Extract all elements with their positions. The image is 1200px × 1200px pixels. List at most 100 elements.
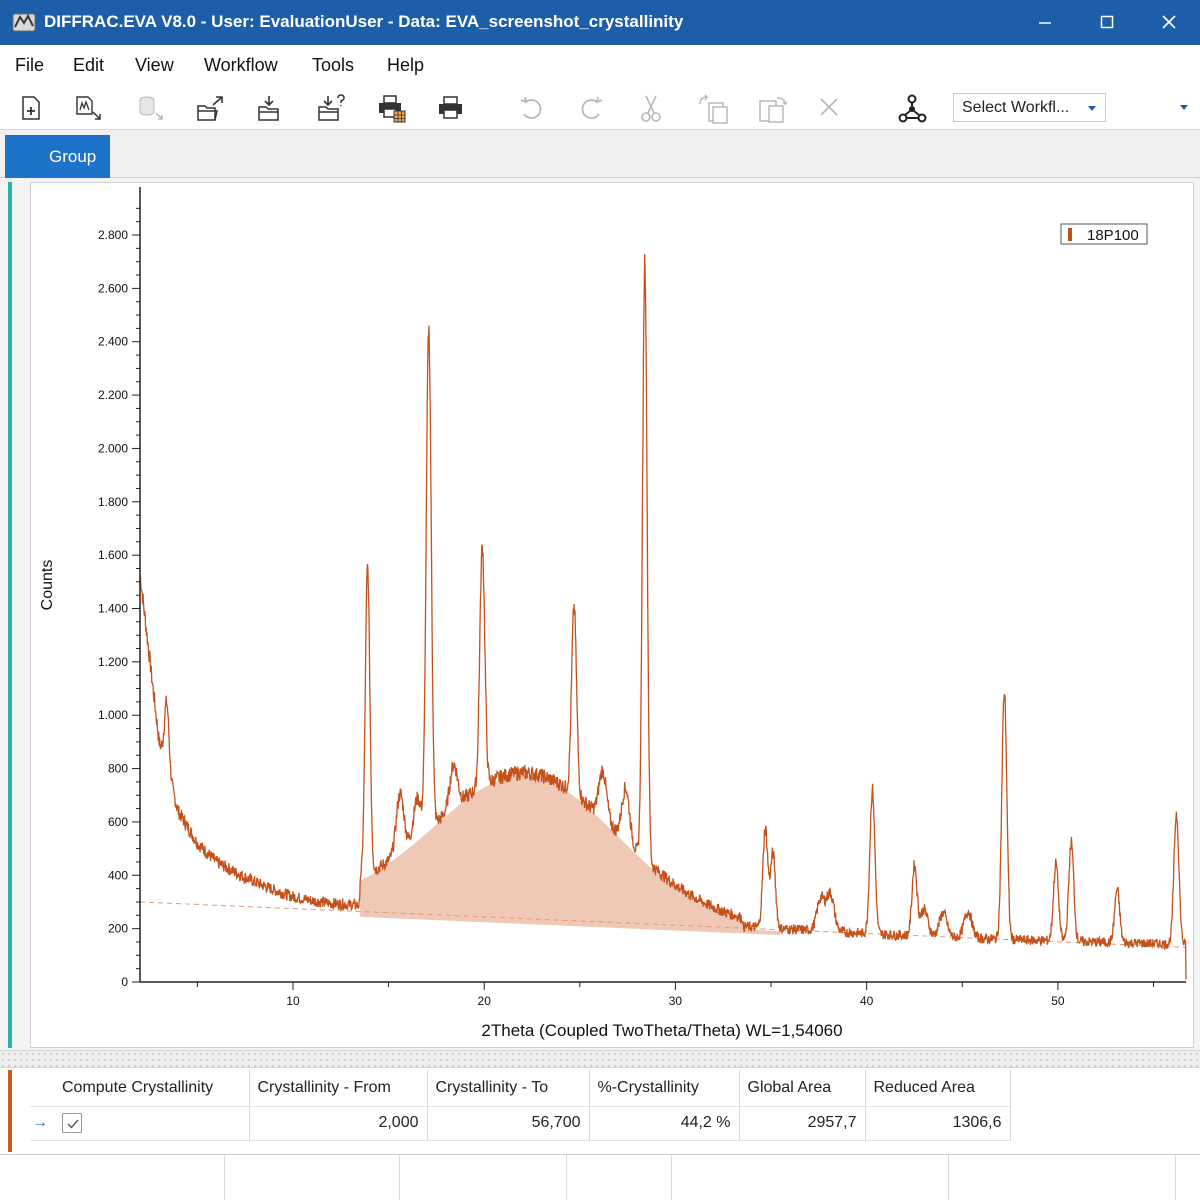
menu-file[interactable]: File — [15, 55, 44, 76]
y-tick-label: 0 — [121, 975, 128, 989]
scan-indicator-bar — [8, 182, 12, 1048]
window-title: DIFFRAC.EVA V8.0 - User: EvaluationUser … — [44, 12, 684, 31]
menu-view[interactable]: View — [135, 55, 174, 76]
header-percent-crystallinity[interactable]: %-Crystallinity — [589, 1070, 740, 1107]
crystallinity-panel: Compute Crystallinity Crystallinity - Fr… — [0, 1068, 1200, 1154]
cut-icon — [641, 95, 661, 122]
cut-button[interactable] — [632, 90, 670, 126]
diffractogram-panel[interactable]: 0 200 400 600 800 1.000 1.200 1.400 1.600 1.800 2.… — [30, 182, 1194, 1048]
menu-edit[interactable]: Edit — [73, 55, 104, 76]
legend-label: 18P100 — [1087, 227, 1139, 244]
delete-button[interactable] — [811, 90, 849, 126]
y-tick-label: 1.800 — [98, 495, 128, 509]
maximize-button[interactable] — [1076, 0, 1138, 45]
close-icon — [1162, 15, 1176, 29]
import-icon — [258, 96, 279, 121]
tab-group[interactable]: Group — [5, 135, 110, 178]
header-crystallinity-from[interactable]: Crystallinity - From — [249, 1070, 428, 1107]
tab-strip: Group — [0, 130, 1200, 178]
undo-icon — [520, 96, 542, 119]
new-document-icon — [22, 96, 40, 120]
table-header-row: Compute Crystallinity Crystallinity - Fr… — [30, 1070, 1011, 1107]
compute-crystallinity-checkbox[interactable] — [62, 1113, 82, 1133]
redo-button[interactable] — [573, 90, 611, 126]
tab-group-label: Group — [49, 147, 97, 166]
y-tick-label: 1.000 — [98, 708, 128, 722]
y-tick-label: 1.400 — [98, 602, 128, 616]
y-tick-label: 200 — [108, 922, 128, 936]
print-preview-button[interactable] — [371, 90, 409, 126]
undo-button[interactable] — [512, 90, 550, 126]
workspace: 0 200 400 600 800 1.000 1.200 1.400 1.600 1.800 2.… — [0, 178, 1200, 1050]
minimize-icon — [1039, 22, 1051, 24]
import-scan-icon — [76, 96, 101, 120]
pane-divider — [399, 1155, 400, 1200]
export-button[interactable] — [190, 90, 228, 126]
table-row[interactable]: → 2,000 56,700 44,2 % 2957,7 1306,6 — [30, 1106, 1011, 1141]
menu-help[interactable]: Help — [387, 55, 424, 76]
workflow-select[interactable]: Select Workfl... — [953, 93, 1106, 122]
minimize-button[interactable] — [1014, 0, 1076, 45]
x-tick-label: 50 — [1051, 994, 1065, 1008]
pane-divider — [948, 1155, 949, 1200]
database-button[interactable] — [130, 90, 168, 126]
paste-button[interactable] — [752, 90, 790, 126]
header-compute-crystallinity[interactable]: Compute Crystallinity — [54, 1070, 250, 1107]
menu-tools[interactable]: Tools — [312, 55, 354, 76]
check-icon — [67, 1119, 79, 1129]
close-button[interactable] — [1138, 0, 1200, 45]
crystallinity-to-cell[interactable]: 56,700 — [427, 1106, 590, 1141]
delete-icon — [820, 98, 838, 116]
scan-line-18P100[interactable] — [139, 254, 1187, 980]
copy-button[interactable] — [692, 90, 730, 126]
print-icon — [439, 96, 462, 119]
percent-crystallinity-cell[interactable]: 44,2 % — [589, 1106, 740, 1141]
y-axis-label: Counts — [39, 560, 56, 611]
export-icon — [197, 96, 223, 121]
crystallinity-from-cell[interactable]: 2,000 — [249, 1106, 428, 1141]
import-scan-button[interactable] — [68, 90, 106, 126]
x-axis-label: 2Theta (Coupled TwoTheta/Theta) WL=1,540… — [481, 1021, 842, 1040]
new-document-button[interactable] — [12, 90, 50, 126]
row-header-corner — [30, 1070, 54, 1107]
legend[interactable]: 18P100 — [1060, 223, 1148, 245]
y-tick-label: 2.000 — [98, 441, 128, 455]
import-help-icon — [318, 94, 345, 121]
y-tick-label: 800 — [108, 762, 128, 776]
header-crystallinity-to[interactable]: Crystallinity - To — [427, 1070, 590, 1107]
workflow-button[interactable] — [892, 90, 930, 126]
x-tick-label: 10 — [286, 994, 300, 1008]
y-tick-label: 2.800 — [98, 228, 128, 242]
print-preview-icon — [379, 95, 406, 123]
paste-icon — [759, 97, 788, 123]
current-row-arrow-icon: → — [30, 1106, 54, 1141]
pane-divider — [1175, 1155, 1176, 1200]
x-tick-label: 30 — [669, 994, 683, 1008]
import-button[interactable] — [251, 90, 289, 126]
x-tick-label: 40 — [860, 994, 874, 1008]
y-tick-label: 1.600 — [98, 548, 128, 562]
y-tick-label: 400 — [108, 868, 128, 882]
import-help-button[interactable] — [311, 90, 349, 126]
y-tick-label: 2.600 — [98, 281, 128, 295]
copy-icon — [699, 94, 728, 124]
pane-divider — [224, 1155, 225, 1200]
diffractogram-chart[interactable]: 0 200 400 600 800 1.000 1.200 1.400 1.600 1.800 2.… — [31, 183, 1195, 1049]
y-tick-label: 1.200 — [98, 655, 128, 669]
y-tick-label: 2.200 — [98, 388, 128, 402]
header-global-area[interactable]: Global Area — [739, 1070, 866, 1107]
redo-icon — [581, 96, 603, 119]
header-reduced-area[interactable]: Reduced Area — [865, 1070, 1011, 1107]
global-area-cell[interactable]: 2957,7 — [739, 1106, 866, 1141]
panel-splitter[interactable] — [0, 1050, 1200, 1068]
toolbar-overflow-icon[interactable] — [1180, 105, 1188, 110]
database-icon — [139, 96, 163, 120]
menu-workflow[interactable]: Workflow — [204, 55, 278, 76]
reduced-area-cell[interactable]: 1306,6 — [865, 1106, 1011, 1141]
app-icon — [12, 13, 36, 32]
pane-divider — [566, 1155, 567, 1200]
lower-pane — [0, 1154, 1200, 1200]
print-button[interactable] — [431, 90, 469, 126]
compute-crystallinity-cell[interactable] — [54, 1106, 250, 1141]
y-tick-label: 600 — [108, 815, 128, 829]
